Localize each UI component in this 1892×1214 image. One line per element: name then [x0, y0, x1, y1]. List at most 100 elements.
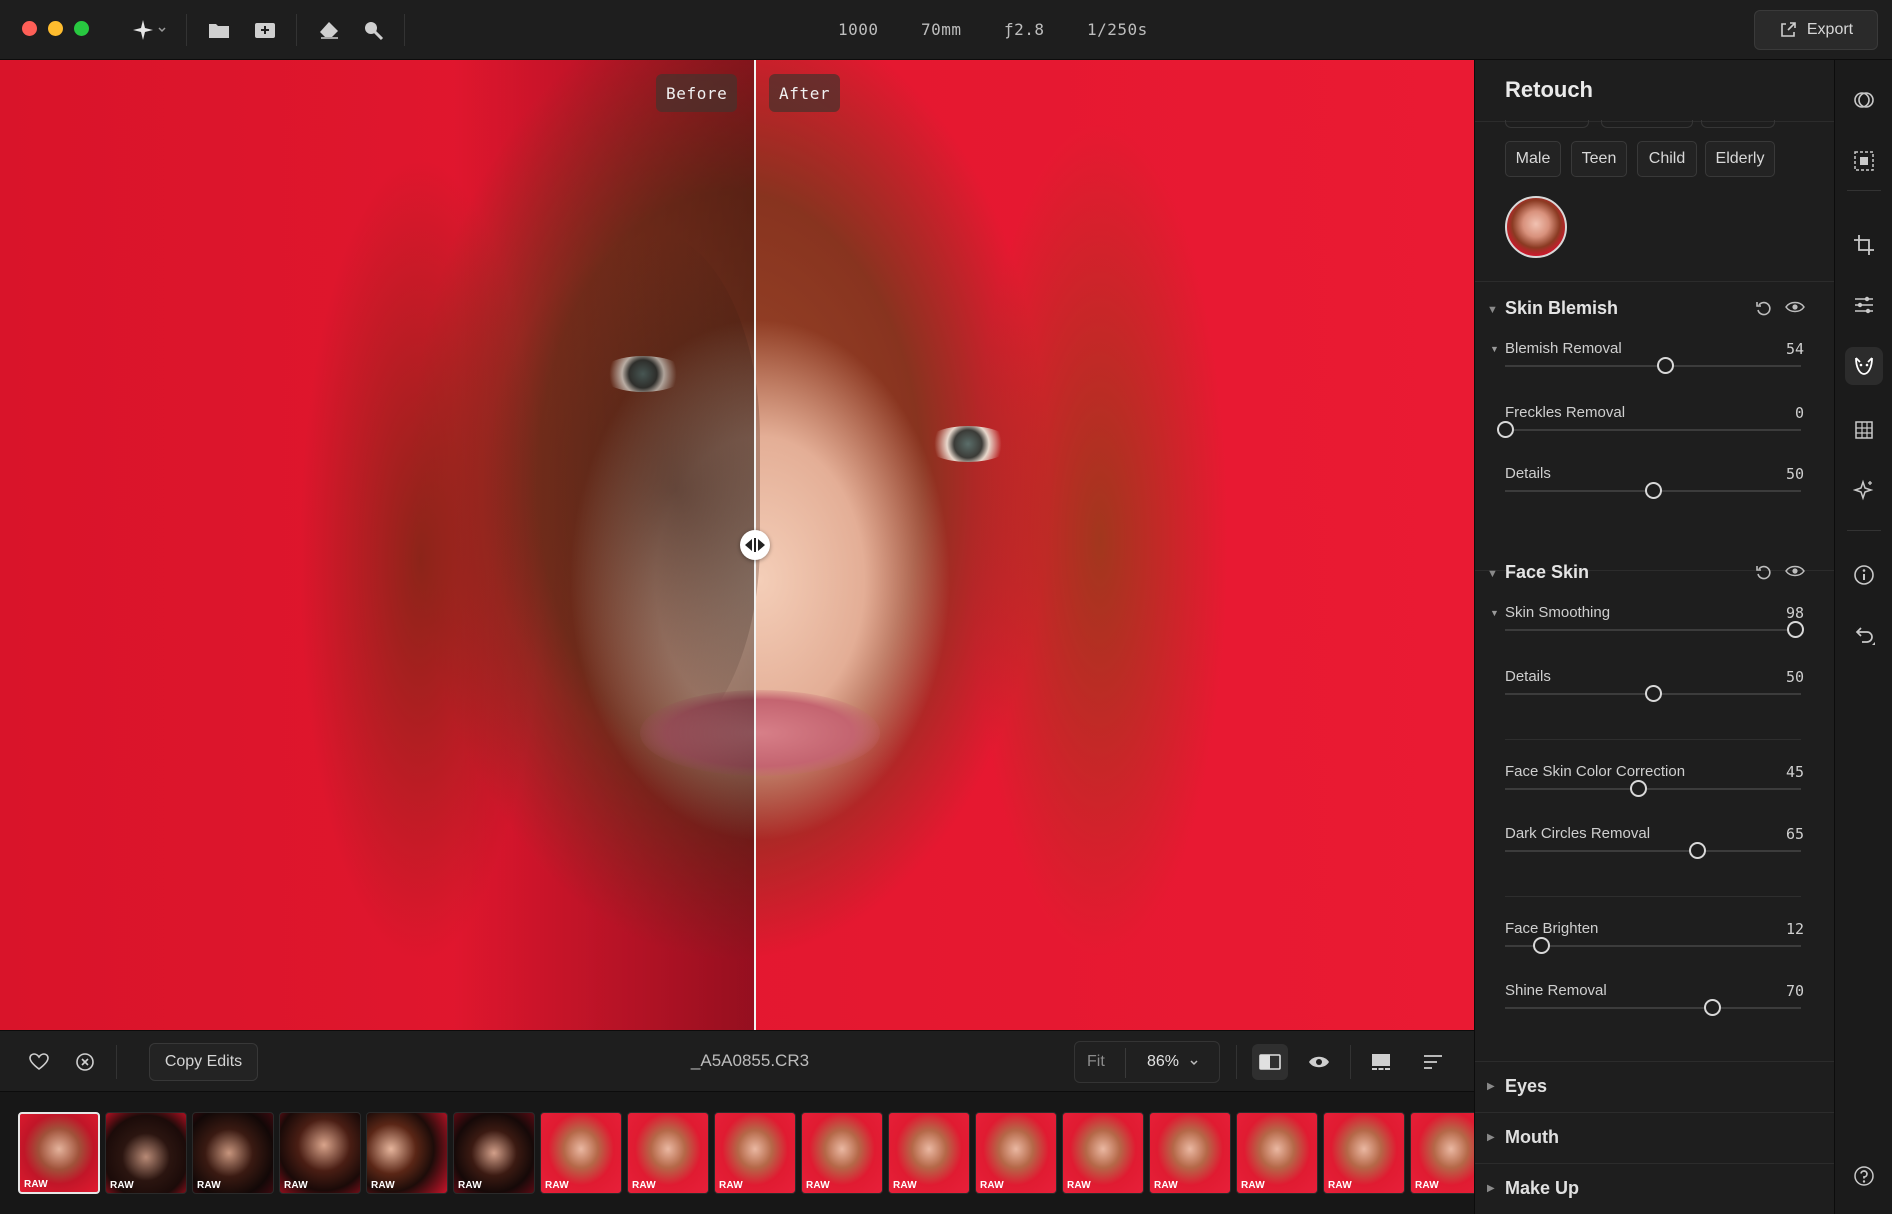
filmstrip-toggle-icon[interactable] — [1366, 1047, 1396, 1077]
raw-badge: RAW — [980, 1180, 1004, 1191]
slider-track[interactable] — [1505, 482, 1801, 499]
expand-arrow-icon[interactable]: ▼ — [1490, 344, 1499, 354]
layers-icon[interactable] — [1849, 85, 1879, 115]
section-eyes[interactable]: ▶ Eyes — [1475, 1061, 1834, 1111]
slider-handle[interactable] — [1630, 780, 1648, 797]
raw-badge: RAW — [371, 1180, 395, 1191]
face-skin-header[interactable]: ▼ Face Skin — [1475, 554, 1834, 594]
folder-icon[interactable] — [204, 15, 234, 45]
slider-track[interactable] — [1505, 842, 1801, 859]
visibility-eye-icon[interactable] — [1785, 564, 1805, 584]
slider-handle[interactable] — [1787, 621, 1805, 638]
slider-value[interactable]: 0 — [1795, 404, 1804, 422]
slider-value[interactable]: 54 — [1786, 340, 1804, 358]
reset-icon[interactable] — [1755, 564, 1775, 584]
chip-teen[interactable]: Teen — [1571, 141, 1627, 177]
filmstrip-thumbnail[interactable]: RAW — [192, 1112, 274, 1194]
filmstrip-thumbnail[interactable]: RAW — [1236, 1112, 1318, 1194]
face-avatar[interactable] — [1505, 196, 1567, 258]
filmstrip-thumbnail[interactable]: RAW — [1410, 1112, 1474, 1194]
slider-value[interactable]: 50 — [1786, 668, 1804, 686]
filmstrip-thumbnail[interactable]: RAW — [453, 1112, 535, 1194]
adjustments-icon[interactable] — [1849, 290, 1879, 320]
reject-icon[interactable] — [70, 1047, 100, 1077]
zoom-window-button[interactable] — [74, 21, 89, 36]
slider-track[interactable] — [1505, 357, 1801, 374]
filmstrip-thumbnail[interactable]: RAW — [279, 1112, 361, 1194]
slider-value[interactable]: 65 — [1786, 825, 1804, 843]
retouch-face-icon[interactable] — [1845, 347, 1883, 385]
heart-icon[interactable] — [24, 1047, 54, 1077]
slider-track[interactable] — [1505, 999, 1801, 1016]
creative-sparkle-icon[interactable] — [1849, 475, 1879, 505]
split-view-icon[interactable] — [1252, 1044, 1288, 1080]
selection-icon[interactable] — [1849, 146, 1879, 176]
slider-track[interactable] — [1505, 937, 1801, 954]
photo-canvas[interactable]: Before After — [0, 60, 1474, 1030]
zoom-fit-button[interactable]: Fit — [1087, 1053, 1105, 1071]
expand-arrow-icon[interactable]: ▼ — [1490, 608, 1499, 618]
zoom-tool-icon[interactable] — [358, 15, 388, 45]
filmstrip-thumbnail[interactable]: RAW — [366, 1112, 448, 1194]
slider-handle[interactable] — [1645, 685, 1662, 702]
slider-track[interactable] — [1497, 421, 1801, 438]
chip-elderly[interactable]: Elderly — [1705, 141, 1775, 177]
slider-value[interactable]: 50 — [1786, 465, 1804, 483]
export-button[interactable]: Export — [1754, 10, 1878, 50]
filmstrip-thumbnail[interactable]: RAW — [627, 1112, 709, 1194]
slider-label: Details — [1505, 668, 1551, 685]
filmstrip-thumbnail[interactable]: RAW — [975, 1112, 1057, 1194]
compare-divider-handle[interactable] — [740, 530, 770, 560]
minimize-window-button[interactable] — [48, 21, 63, 36]
close-window-button[interactable] — [22, 21, 37, 36]
slider-handle[interactable] — [1656, 357, 1674, 374]
chevron-down-icon[interactable] — [1189, 1058, 1199, 1068]
raw-badge: RAW — [893, 1180, 917, 1191]
slider-value[interactable]: 45 — [1786, 763, 1804, 781]
chip-child[interactable]: Child — [1637, 141, 1697, 177]
filmstrip-thumbnail[interactable]: RAW — [540, 1112, 622, 1194]
chevron-down-icon[interactable] — [154, 15, 170, 45]
raw-badge: RAW — [24, 1179, 48, 1190]
slider-handle[interactable] — [1532, 937, 1550, 954]
skin-blemish-header[interactable]: ▼ Skin Blemish — [1475, 290, 1834, 330]
filmstrip-thumbnail[interactable]: RAW — [888, 1112, 970, 1194]
section-mouth[interactable]: ▶ Mouth — [1475, 1112, 1834, 1162]
info-icon[interactable] — [1849, 560, 1879, 590]
slider-track[interactable] — [1505, 685, 1801, 702]
section-make-up[interactable]: ▶ Make Up — [1475, 1163, 1834, 1213]
crop-icon[interactable] — [1849, 230, 1879, 260]
slider-handle[interactable] — [1497, 421, 1514, 438]
sort-icon[interactable] — [1418, 1047, 1448, 1077]
filmstrip-thumbnail[interactable]: RAW — [105, 1112, 187, 1194]
slider-handle[interactable] — [1704, 999, 1722, 1016]
chip-male[interactable]: Male — [1505, 141, 1561, 177]
after-label: After — [769, 74, 841, 112]
filmstrip-thumbnail[interactable]: RAW — [18, 1112, 100, 1194]
filmstrip-thumbnail[interactable]: RAW — [1323, 1112, 1405, 1194]
split-arrows-icon — [745, 538, 765, 552]
eraser-icon[interactable] — [314, 15, 344, 45]
slider-track[interactable] — [1505, 780, 1801, 797]
slider-value[interactable]: 70 — [1786, 982, 1804, 1000]
slider-handle[interactable] — [1645, 482, 1662, 499]
slider-value[interactable]: 12 — [1786, 920, 1804, 938]
visibility-eye-icon[interactable] — [1785, 300, 1805, 320]
filmstrip-thumbnail[interactable]: RAW — [801, 1112, 883, 1194]
filmstrip-thumbnail[interactable]: RAW — [1149, 1112, 1231, 1194]
slider-track[interactable] — [1505, 621, 1805, 638]
filmstrip-thumbnail[interactable]: RAW — [714, 1112, 796, 1194]
import-icon[interactable] — [250, 15, 280, 45]
preview-eye-icon[interactable] — [1304, 1047, 1334, 1077]
copy-edits-button[interactable]: Copy Edits — [149, 1043, 258, 1081]
slider-value[interactable]: 98 — [1786, 604, 1804, 622]
slider-handle[interactable] — [1689, 842, 1707, 859]
filmstrip-thumbnail[interactable]: RAW — [1062, 1112, 1144, 1194]
help-icon[interactable] — [1849, 1161, 1879, 1191]
history-undo-icon[interactable] — [1849, 620, 1879, 650]
reset-icon[interactable] — [1755, 300, 1775, 320]
zoom-level-select[interactable]: 86% — [1147, 1053, 1179, 1071]
slider-label: Blemish Removal — [1505, 340, 1622, 357]
structure-icon[interactable] — [1849, 415, 1879, 445]
section-mouth-title: Mouth — [1505, 1127, 1559, 1147]
